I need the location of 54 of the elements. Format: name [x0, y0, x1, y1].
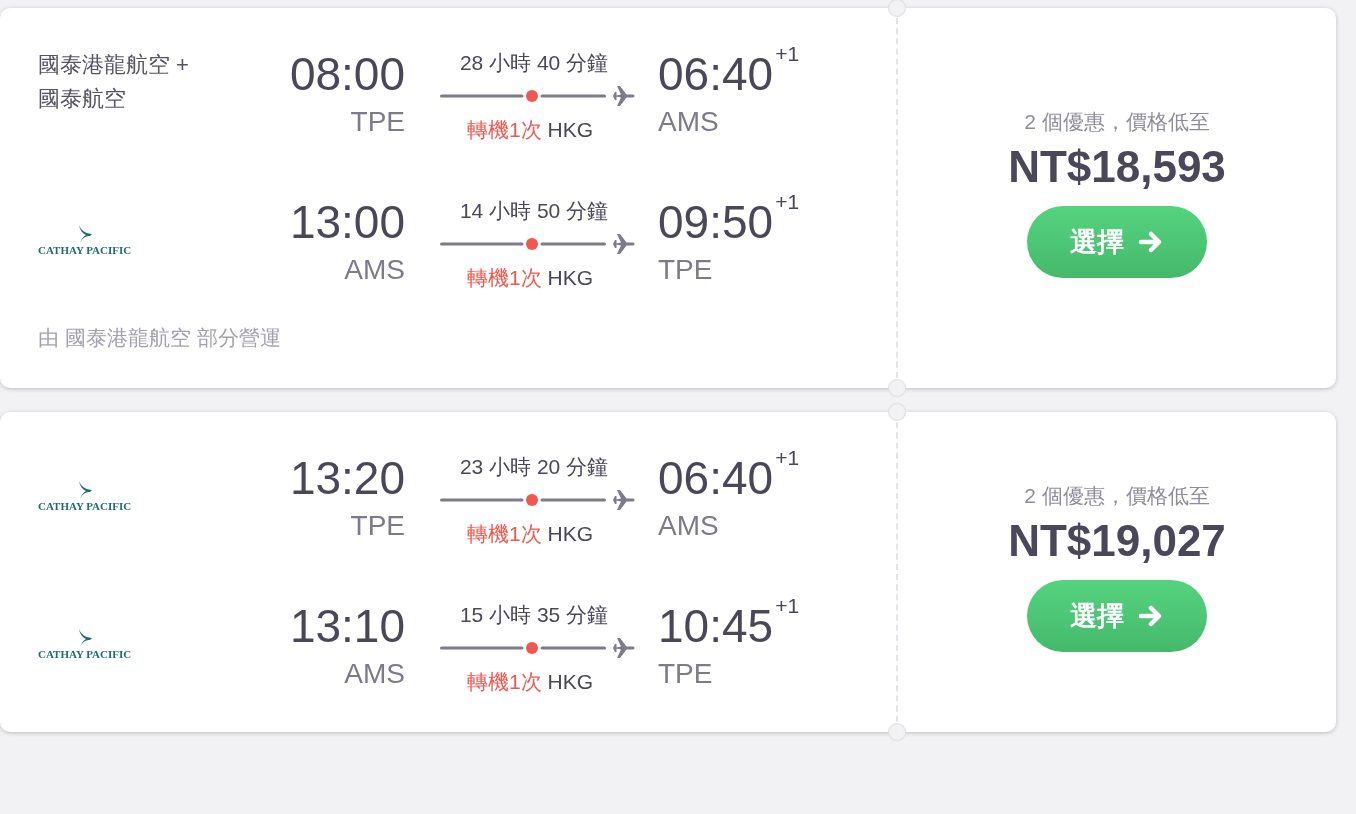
offers-text: 2 個優惠，價格低至	[1024, 109, 1210, 135]
plane-icon	[612, 636, 636, 660]
offers-text: 2 個優惠，價格低至	[1024, 483, 1210, 509]
ticket-notch	[888, 379, 906, 397]
next-day-label: +1	[775, 594, 800, 618]
airline-logo-text: CATHAY PACIFIC	[38, 244, 132, 256]
next-day-label: +1	[775, 190, 800, 214]
stop-count: 轉機1次	[466, 522, 542, 545]
stop-count: 轉機1次	[466, 670, 542, 693]
airline-name: 國泰港龍航空 +	[38, 51, 190, 79]
operator-note: 由 國泰港龍航空 部分營運	[38, 325, 282, 351]
arrival-airport: AMS	[658, 105, 719, 139]
departure-time: 13:20	[289, 451, 405, 506]
flight-duration: 15 小時 35 分鐘	[458, 602, 610, 628]
departure-airport: TPE	[350, 105, 405, 139]
arrival-airport: AMS	[658, 509, 719, 543]
arrival-time: 06:40	[658, 47, 774, 102]
ticket-notch	[888, 403, 906, 421]
next-day-label: +1	[775, 446, 800, 470]
departure-airport: AMS	[344, 253, 405, 287]
arrow-icon	[1138, 605, 1164, 627]
flight-duration: 28 小時 40 分鐘	[458, 50, 610, 76]
plane-icon	[612, 488, 636, 512]
plane-icon	[612, 232, 636, 256]
departure-time: 08:00	[289, 47, 405, 102]
stopover-airport: HKG	[547, 118, 593, 141]
ticket-notch	[888, 0, 906, 17]
airline-logo-text: CATHAY PACIFIC	[38, 648, 132, 660]
arrival-time: 10:45	[658, 599, 774, 654]
departure-airport: AMS	[344, 657, 405, 691]
stopover-airport: HKG	[547, 522, 593, 545]
ticket-notch	[888, 723, 906, 741]
next-day-label: +1	[775, 42, 800, 66]
stop-count: 轉機1次	[466, 266, 542, 289]
stopover-airport: HKG	[547, 266, 593, 289]
departure-time: 13:00	[289, 195, 405, 250]
arrival-time: 06:40	[658, 451, 774, 506]
select-button[interactable]: 選擇	[1027, 206, 1207, 278]
flight-duration: 14 小時 50 分鐘	[458, 198, 610, 224]
departure-airport: TPE	[350, 509, 405, 543]
plane-icon	[612, 84, 636, 108]
flight-duration: 23 小時 20 分鐘	[458, 454, 610, 480]
arrival-time: 09:50	[658, 195, 774, 250]
select-button[interactable]: 選擇	[1027, 580, 1207, 652]
price: NT$19,027	[1008, 516, 1226, 566]
stopover-airport: HKG	[547, 670, 593, 693]
airline-logo-text: CATHAY PACIFIC	[38, 500, 132, 512]
arrival-airport: TPE	[658, 657, 713, 691]
price: NT$18,593	[1008, 142, 1226, 192]
stop-count: 轉機1次	[466, 118, 542, 141]
airline-name: 國泰航空	[38, 85, 127, 113]
arrival-airport: TPE	[658, 253, 713, 287]
departure-time: 13:10	[289, 599, 405, 654]
arrow-icon	[1138, 231, 1164, 253]
